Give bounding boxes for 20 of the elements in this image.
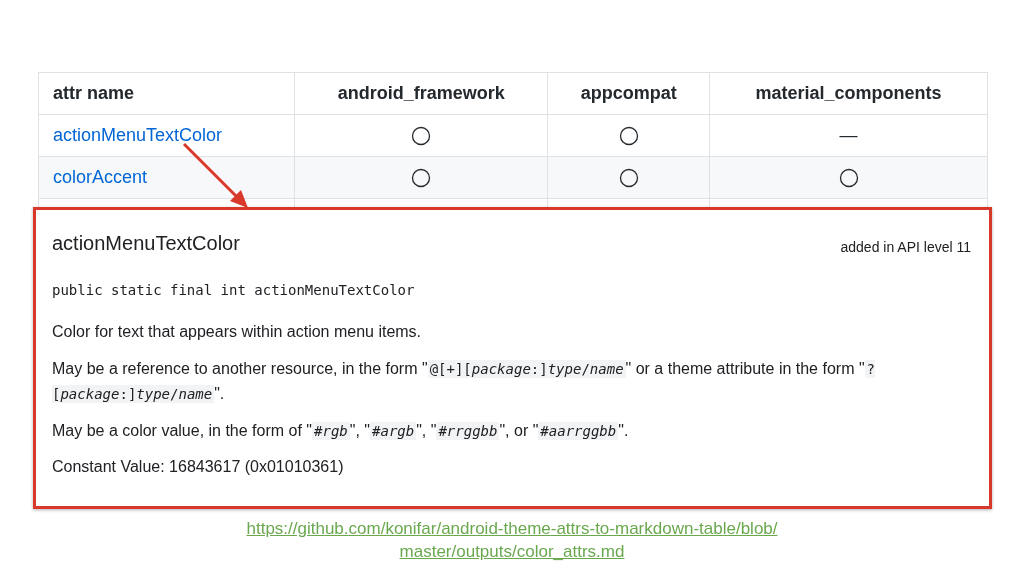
circle-icon [411,126,432,147]
dash-mark: — [839,125,858,145]
api-level-label: added in API level 11 [840,238,971,257]
paragraph: Color for text that appears within action menu items. [52,322,423,342]
column-header: attr name [38,72,295,115]
column-header: appcompat [547,72,710,115]
paragraph: May be a color value, in the form of "#rgb", "#argb", "#rrggbb", or "#aarrggbb". [52,420,630,442]
circle-icon [618,168,639,189]
circle-icon [618,126,639,147]
attr-link[interactable]: colorAccent [53,167,148,187]
circle-icon [838,168,859,189]
column-header: android_framework [294,72,548,115]
doc-title: actionMenuTextColor [52,231,240,256]
method-signature: public static final int actionMenuTextColor [52,281,416,300]
column-header: material_components [709,72,988,115]
paragraph: May be a reference to another resource, in the form "@[+][package:]type/name" or a theme attribute in the form "?[package:]type/name". [52,358,877,406]
paragraph: Constant Value: 16843617 (0x01010361) [52,457,345,478]
source-link[interactable]: master/outputs/color_attrs.md [399,542,625,561]
source-link[interactable]: https://github.com/konifar/android-theme-attrs-to-markdown-table/blob/ [246,519,778,538]
circle-icon [411,168,432,189]
